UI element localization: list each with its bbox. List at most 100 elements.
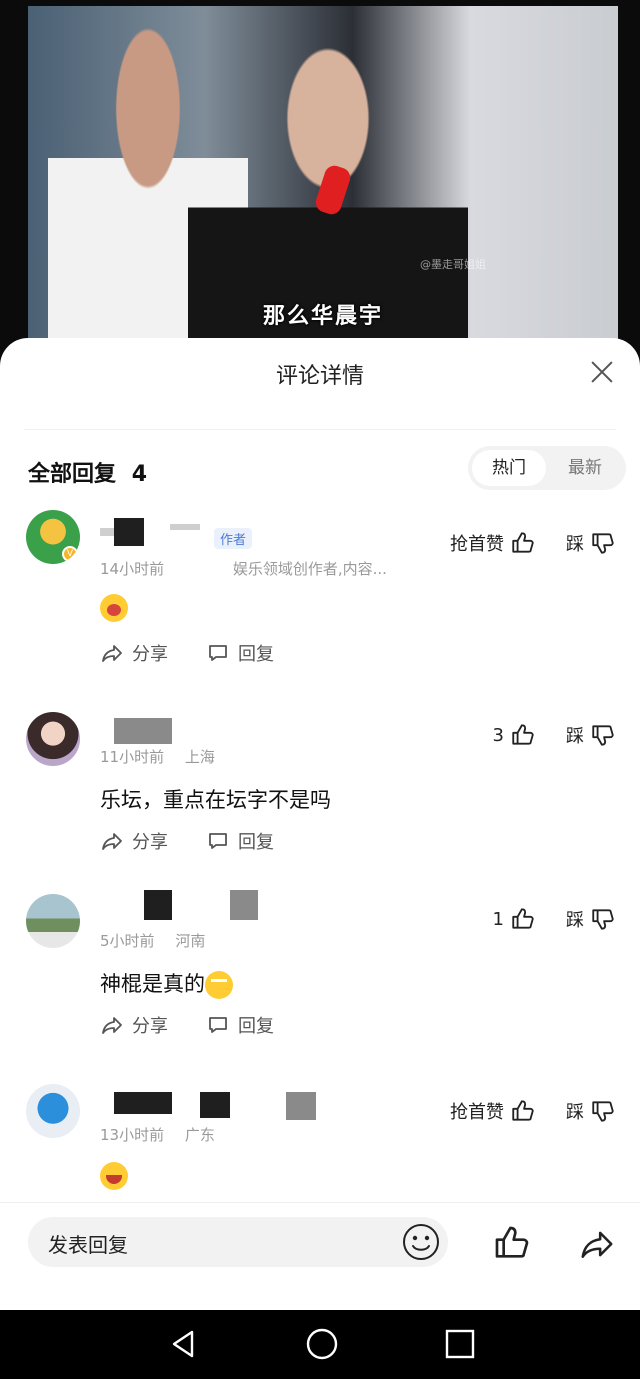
comment-content [100, 1162, 128, 1190]
reply-label: 回复 [238, 832, 274, 853]
laughing-emoji-icon [100, 1162, 128, 1190]
comment-time: 14小时前 [100, 560, 165, 578]
thumbs-up-icon [512, 724, 534, 745]
thumbs-down-icon [592, 533, 614, 554]
comment-actions: 分享 回复 [100, 640, 400, 668]
comment-detail-sheet: 评论详情 全部回复 4 热门 最新 V 作者 14小时前 娱乐领域创作者,内容.… [0, 338, 640, 1310]
share-icon [102, 645, 122, 662]
comment-meta: 5小时前 河南 [100, 930, 205, 951]
close-icon[interactable] [588, 358, 616, 386]
comment-actions: 分享 回复 [100, 1012, 400, 1040]
sort-toggle: 热门 最新 [468, 446, 626, 490]
comment-content [100, 594, 128, 622]
dislike-label: 踩 [566, 534, 584, 555]
thumbs-down-icon [592, 1101, 614, 1122]
video-subtitle: 那么华晨宇 [262, 304, 383, 329]
comment-meta: 13小时前 广东 [100, 1124, 215, 1145]
share-button[interactable]: 分享 [100, 640, 168, 666]
replies-count: 4 [131, 462, 147, 487]
share-label: 分享 [132, 644, 168, 665]
comment-actions: 分享 回复 [100, 828, 400, 856]
sheet-title: 评论详情 [275, 364, 364, 389]
sort-hot-tab[interactable]: 热门 [472, 450, 546, 486]
thumbs-up-icon [512, 532, 534, 553]
avatar[interactable] [26, 894, 80, 948]
crying-emoji-icon [100, 594, 128, 622]
recents-icon[interactable] [442, 1326, 478, 1362]
like-button[interactable]: 1 [493, 906, 536, 932]
like-label: 抢首赞 [450, 534, 504, 555]
share-label: 分享 [132, 832, 168, 853]
video-watermark: @墨走哥姐姐 [420, 258, 486, 271]
avatar[interactable]: V [26, 510, 80, 564]
comment-meta: 11小时前 上海 [100, 746, 215, 767]
dislike-button[interactable]: 踩 [566, 722, 616, 748]
comment-text: 神棍是真的 [100, 972, 205, 996]
reply-icon [209, 1017, 227, 1033]
comment-location: 河南 [175, 932, 206, 950]
system-nav-bar [0, 1310, 640, 1379]
reply-icon [209, 833, 227, 849]
comment-location: 上海 [184, 748, 215, 766]
dislike-label: 踩 [566, 1102, 584, 1123]
reply-button[interactable]: 回复 [206, 640, 274, 666]
emoji-icon[interactable] [400, 1221, 442, 1263]
thumbs-up-icon[interactable] [492, 1223, 532, 1263]
comment-meta: 14小时前 娱乐领域创作者,内容... [100, 558, 387, 579]
verified-badge-icon: V [62, 546, 78, 562]
reply-input-bar: 发表回复 [0, 1202, 640, 1310]
eye-roll-emoji-icon [205, 971, 233, 999]
author-tag: 作者 [214, 528, 253, 549]
share-icon [102, 1017, 122, 1034]
video-frame: @墨走哥姐姐 那么华晨宇 [28, 6, 618, 356]
dislike-label: 踩 [566, 726, 584, 747]
share-icon[interactable] [578, 1225, 616, 1263]
avatar[interactable] [26, 712, 80, 766]
like-button[interactable]: 3 [493, 722, 536, 748]
comment-content: 神棍是真的 [100, 968, 233, 999]
thumbs-up-icon [512, 1100, 534, 1121]
avatar[interactable] [26, 1084, 80, 1138]
reply-label: 回复 [238, 644, 274, 665]
thumbs-down-icon [592, 725, 614, 746]
comment-item: V 作者 14小时前 娱乐领域创作者,内容... 分享 回复 抢首赞 踩 [0, 506, 640, 676]
share-button[interactable]: 分享 [100, 828, 168, 854]
comment-time: 5小时前 [100, 932, 155, 950]
author-description: 娱乐领域创作者,内容... [232, 560, 387, 578]
video-player[interactable]: @墨走哥姐姐 那么华晨宇 [0, 0, 640, 360]
comment-content: 乐坛，重点在坛字不是吗 [100, 788, 331, 812]
comment-item: 11小时前 上海 乐坛，重点在坛字不是吗 分享 回复 3 踩 [0, 708, 640, 878]
dislike-button[interactable]: 踩 [566, 1098, 616, 1124]
like-label: 抢首赞 [450, 1102, 504, 1123]
like-count: 3 [492, 724, 504, 746]
dislike-button[interactable]: 踩 [566, 906, 616, 932]
like-button[interactable]: 抢首赞 [450, 1098, 536, 1124]
reply-icon [209, 645, 227, 661]
thumbs-up-icon [512, 908, 534, 929]
comment-item: 13小时前 广东 抢首赞 踩 [0, 1082, 640, 1202]
username-redacted[interactable] [100, 514, 300, 546]
all-replies-heading: 全部回复 4 [28, 456, 147, 488]
comment-time: 11小时前 [100, 748, 165, 766]
sort-new-tab[interactable]: 最新 [548, 450, 622, 486]
reply-input[interactable]: 发表回复 [28, 1217, 448, 1267]
username-redacted[interactable] [100, 718, 180, 748]
username-redacted[interactable] [100, 1088, 340, 1120]
like-count: 1 [492, 908, 504, 930]
share-icon [102, 833, 122, 850]
reply-button[interactable]: 回复 [206, 1012, 274, 1038]
share-button[interactable]: 分享 [100, 1012, 168, 1038]
thumbs-down-icon [592, 909, 614, 930]
reply-label: 回复 [238, 1016, 274, 1037]
reply-button[interactable]: 回复 [206, 828, 274, 854]
dislike-button[interactable]: 踩 [566, 530, 616, 556]
comment-location: 广东 [184, 1126, 215, 1144]
home-icon[interactable] [304, 1326, 340, 1362]
reply-placeholder: 发表回复 [48, 1233, 128, 1257]
back-icon[interactable] [166, 1326, 202, 1362]
replies-label: 全部回复 [28, 462, 117, 487]
username-redacted[interactable] [100, 890, 270, 920]
like-button[interactable]: 抢首赞 [450, 530, 536, 556]
share-label: 分享 [132, 1016, 168, 1037]
dislike-label: 踩 [566, 910, 584, 931]
